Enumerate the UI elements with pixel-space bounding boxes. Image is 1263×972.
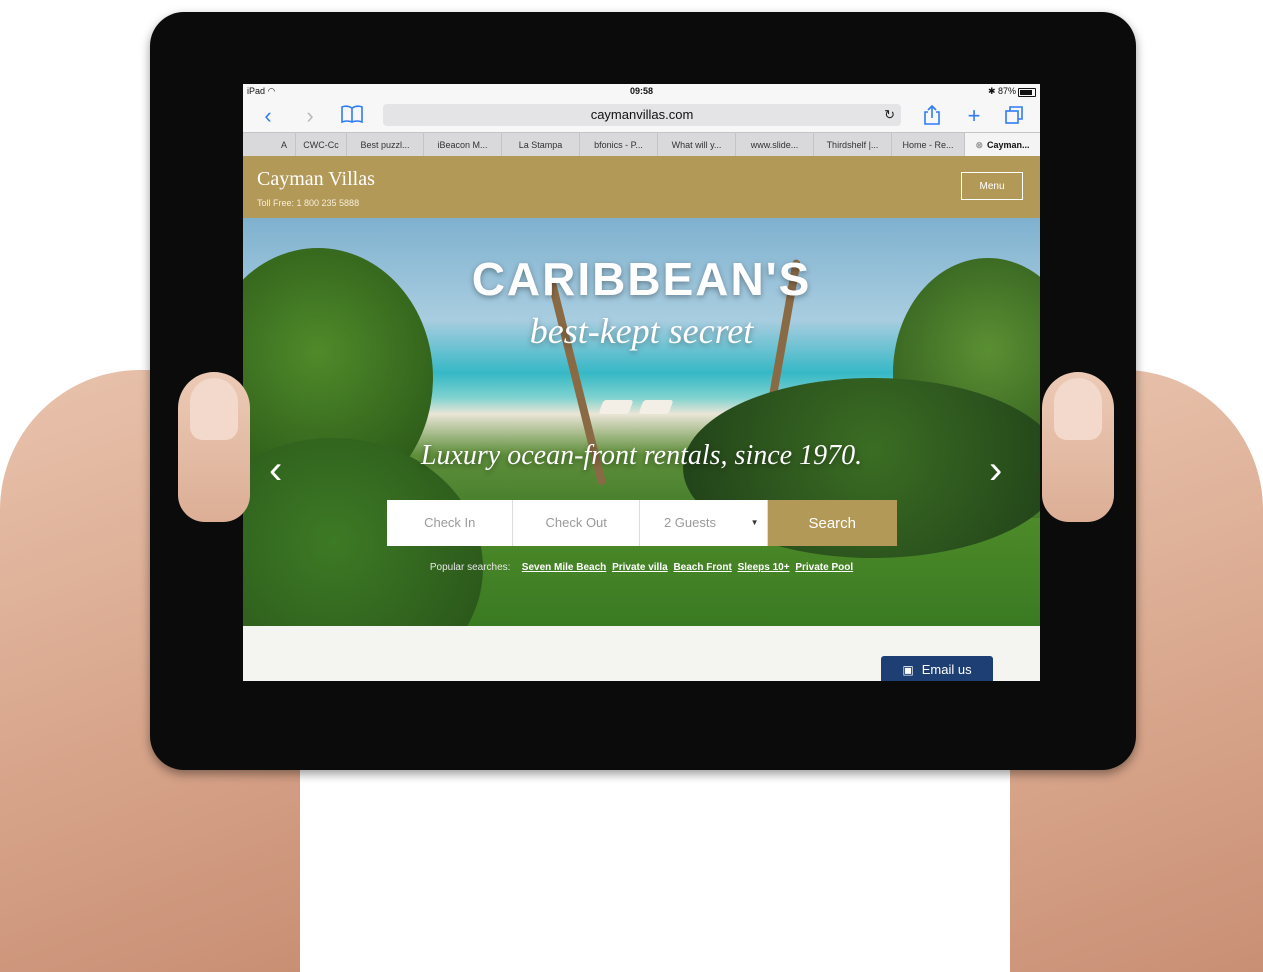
site-header: Cayman Villas Toll Free: 1 800 235 5888 …: [243, 156, 1040, 218]
email-label: Email us: [921, 662, 972, 677]
popular-link[interactable]: Beach Front: [673, 562, 731, 573]
browser-tab[interactable]: www.slide...: [736, 133, 814, 157]
search-form: Check In Check Out 2 Guests ▼ Search: [387, 500, 897, 546]
hero-title: CARIBBEAN'S: [471, 253, 812, 305]
battery-icon: [1018, 88, 1036, 97]
beach-chair: [598, 400, 634, 414]
chevron-right-icon[interactable]: ›: [295, 104, 325, 128]
toll-free-number: Toll Free: 1 800 235 5888: [257, 198, 360, 208]
popular-searches: Popular searches: Seven Mile Beach Priva…: [243, 562, 1040, 573]
menu-button[interactable]: Menu: [961, 172, 1023, 200]
carousel-next-icon[interactable]: ›: [989, 450, 1002, 490]
tabs-icon[interactable]: [999, 104, 1029, 128]
caret-down-icon: ▼: [750, 518, 759, 527]
status-time: 09:58: [629, 86, 654, 96]
popular-label: Popular searches:: [429, 562, 511, 573]
chevron-left-icon[interactable]: ‹: [253, 104, 283, 128]
popular-link[interactable]: Sleeps 10+: [738, 562, 790, 573]
email-us-button[interactable]: ▣ Email us: [881, 656, 993, 681]
guests-value: 2 Guests: [663, 515, 716, 530]
browser-tab[interactable]: Thirdshelf |...: [814, 133, 892, 157]
tab-bar: A CWC-Cc Best puzzl... iBeacon M... La S…: [243, 132, 1040, 158]
popular-link[interactable]: Private Pool: [795, 562, 853, 573]
chat-icon: ▣: [902, 663, 914, 677]
browser-tab[interactable]: A: [273, 133, 296, 157]
hero-tagline: Luxury ocean-front rentals, since 1970.: [420, 440, 863, 471]
browser-tab[interactable]: Home - Re...: [892, 133, 965, 157]
guests-select[interactable]: 2 Guests ▼: [639, 500, 768, 546]
right-thumbnail: [1054, 378, 1102, 440]
popular-link[interactable]: Private villa: [612, 562, 668, 573]
browser-tab[interactable]: La Stampa: [502, 133, 580, 157]
carousel-prev-icon[interactable]: ‹: [269, 450, 282, 490]
browser-tab[interactable]: What will y...: [658, 133, 736, 157]
browser-tab[interactable]: iBeacon M...: [424, 133, 502, 157]
url-text: caymanvillas.com: [590, 107, 694, 122]
search-button[interactable]: Search: [767, 500, 897, 546]
hero-subtitle: best-kept secret: [529, 311, 754, 351]
battery-percent: ✱ 87%: [987, 86, 1016, 96]
browser-tab-active[interactable]: ⊗ Cayman...: [965, 133, 1040, 157]
beach-chair: [638, 400, 674, 414]
popular-link[interactable]: Seven Mile Beach: [522, 562, 606, 573]
browser-toolbar: ‹ › caymanvillas.com ↻ +: [243, 100, 1040, 132]
hero-banner: CARIBBEAN'S best-kept secret Luxury ocea…: [243, 218, 1040, 626]
browser-tab[interactable]: CWC-Cc: [296, 133, 347, 157]
site-logo[interactable]: Cayman Villas: [257, 168, 375, 191]
close-icon[interactable]: ⊗: [975, 140, 983, 150]
check-in-field[interactable]: Check In: [387, 500, 514, 546]
tab-label: Cayman...: [987, 140, 1030, 150]
reload-icon[interactable]: ↻: [884, 104, 895, 126]
left-thumbnail: [190, 378, 238, 440]
address-bar[interactable]: caymanvillas.com ↻: [383, 104, 901, 126]
ipad-screen: iPad ◠ 09:58 ✱ 87% ‹ › caymanvillas.com …: [243, 84, 1040, 681]
plus-icon[interactable]: +: [959, 104, 989, 128]
status-bar: iPad ◠ 09:58 ✱ 87%: [243, 84, 1040, 100]
browser-tab[interactable]: Best puzzl...: [347, 133, 424, 157]
check-out-field[interactable]: Check Out: [513, 500, 640, 546]
share-icon[interactable]: [917, 104, 947, 128]
browser-tab[interactable]: bfonics - P...: [580, 133, 658, 157]
book-icon[interactable]: [337, 104, 367, 128]
